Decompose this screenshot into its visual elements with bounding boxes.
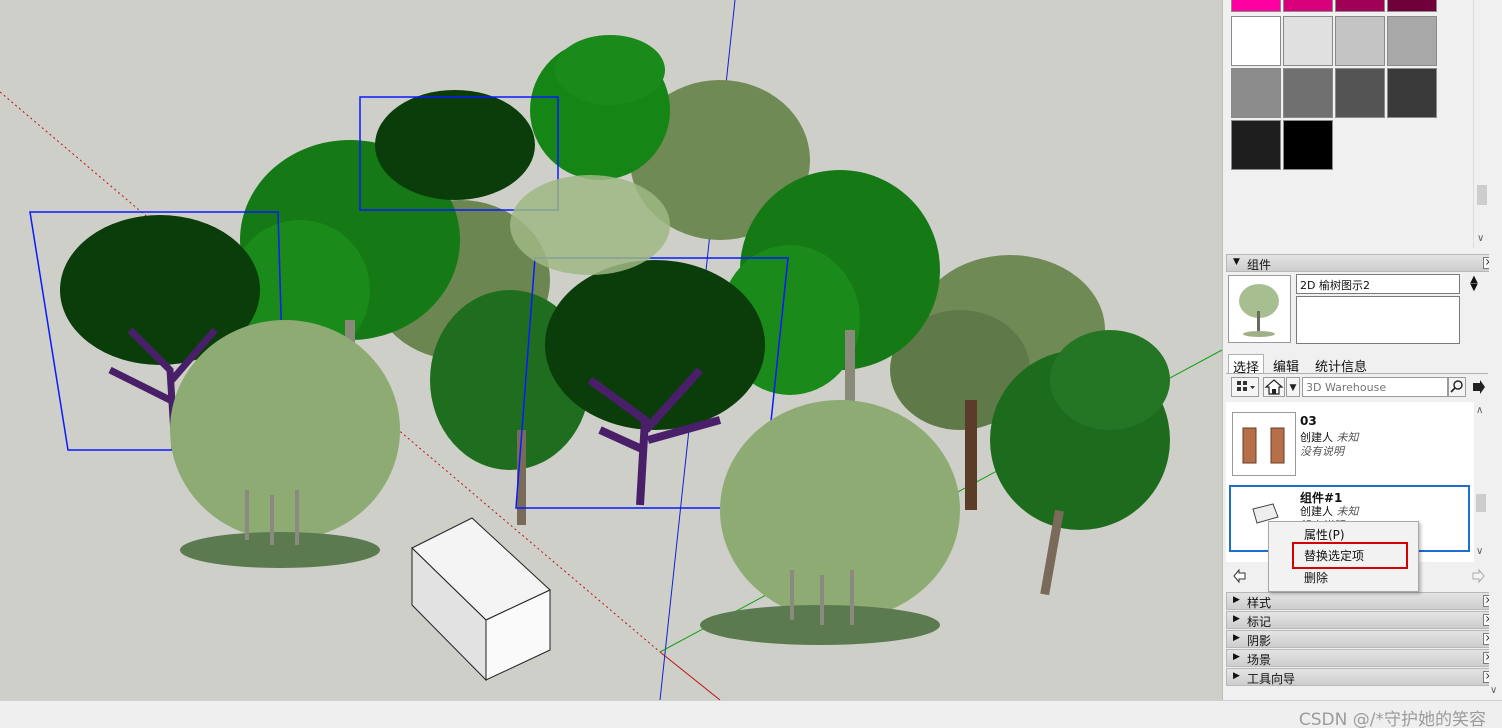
chevron-down-icon[interactable]: ∨	[1477, 234, 1484, 244]
swatch[interactable]	[1335, 16, 1385, 66]
list-item-description: 没有说明	[1300, 445, 1344, 458]
scene-drawing	[0, 0, 1222, 700]
panel-scenes[interactable]: ▶ 场景 ×	[1226, 649, 1499, 667]
red-axis	[659, 651, 721, 700]
context-menu: 属性(P) 替换选定项 删除	[1268, 521, 1419, 592]
tree-thumbnail-icon	[1239, 284, 1279, 337]
box-component[interactable]	[411, 517, 551, 682]
panel-shadows[interactable]: ▶ 阴影 ×	[1226, 630, 1499, 648]
swatch[interactable]	[1231, 0, 1281, 12]
scroll-thumb[interactable]	[1476, 494, 1486, 512]
panel-instructor[interactable]: ▶ 工具向导 ×	[1226, 668, 1499, 686]
tray-scrollbar[interactable]: ∨	[1489, 250, 1502, 700]
menu-item-delete[interactable]: 删除	[1269, 568, 1418, 588]
chevron-down-icon[interactable]: ∨	[1490, 686, 1497, 696]
tree-pale-center	[510, 175, 670, 275]
details-icon[interactable]: ▲ ▼	[1469, 275, 1479, 293]
swatch[interactable]	[1231, 120, 1281, 170]
expand-triangle-icon: ▶	[1233, 614, 1240, 624]
forward-arrow-icon	[1473, 380, 1485, 394]
home-icon	[1264, 379, 1284, 395]
highlight-box	[1292, 542, 1408, 569]
home-button[interactable]	[1263, 377, 1285, 397]
forward-button[interactable]	[1470, 568, 1486, 584]
tab-select[interactable]: 选择	[1228, 354, 1265, 376]
swatch[interactable]	[1335, 68, 1385, 118]
swatch[interactable]	[1231, 68, 1281, 118]
tree-green-top	[530, 35, 670, 180]
scroll-thumb[interactable]	[1477, 185, 1487, 205]
expand-triangle-icon: ▶	[1233, 633, 1240, 643]
swatch[interactable]	[1283, 68, 1333, 118]
tab-edit[interactable]: 编辑	[1269, 354, 1303, 375]
list-item-thumbnail[interactable]	[1232, 412, 1296, 476]
swatch[interactable]	[1335, 0, 1385, 12]
forward-arrow-icon	[1472, 568, 1485, 584]
components-panel-header[interactable]: ▼ 组件 ×	[1226, 254, 1499, 272]
panel-title: 组件	[1247, 258, 1272, 272]
status-bar: CSDN @/*守护她的笑容	[0, 700, 1502, 728]
tab-statistics[interactable]: 统计信息	[1311, 354, 1371, 375]
expand-triangle-icon: ▶	[1233, 595, 1240, 605]
search-button[interactable]	[1448, 377, 1466, 397]
chevron-down-icon[interactable]: ∨	[1476, 547, 1483, 557]
navigation-dropdown[interactable]: ▼	[1286, 377, 1300, 397]
collapse-triangle-icon: ▼	[1233, 257, 1240, 267]
sketchup-window: ∨ ▼ 组件 × 2D 榆树图示2 ▲▼ 选择 编辑 统计信息 ▼	[0, 0, 1502, 728]
view-grid-icon	[1237, 381, 1255, 391]
tab-underline	[1226, 373, 1488, 374]
swatch[interactable]	[1231, 16, 1281, 66]
swatch[interactable]	[1283, 0, 1333, 12]
component-description-field[interactable]	[1296, 296, 1460, 344]
swatch-scrollbar[interactable]: ∨	[1473, 0, 1489, 248]
component-name-field[interactable]: 2D 榆树图示2	[1296, 274, 1460, 294]
swatch[interactable]	[1283, 120, 1333, 170]
swatch[interactable]	[1283, 16, 1333, 66]
component-preview-thumbnail	[1228, 275, 1291, 343]
list-item-title[interactable]: 03	[1300, 414, 1317, 428]
panel-styles[interactable]: ▶ 样式 ×	[1226, 592, 1499, 610]
tree-light-right	[700, 400, 960, 645]
back-button[interactable]	[1232, 568, 1248, 584]
warehouse-search-input[interactable]	[1302, 377, 1448, 397]
view-options-button[interactable]	[1231, 377, 1259, 397]
search-icon	[1450, 380, 1463, 393]
expand-triangle-icon: ▶	[1233, 652, 1240, 662]
swatch[interactable]	[1387, 68, 1437, 118]
swatch[interactable]	[1387, 16, 1437, 66]
watermark-text: CSDN @/*守护她的笑容	[1298, 710, 1486, 728]
dropdown-icon: ▼	[1289, 383, 1297, 393]
list-scrollbar[interactable]: ∧ ∨	[1474, 402, 1488, 562]
details-arrow-button[interactable]	[1470, 379, 1486, 395]
expand-triangle-icon: ▶	[1233, 671, 1240, 681]
chevron-up-icon[interactable]: ∧	[1476, 406, 1483, 416]
back-arrow-icon	[1233, 568, 1246, 584]
swatch[interactable]	[1387, 0, 1437, 12]
model-viewport[interactable]	[0, 0, 1222, 700]
panel-tags[interactable]: ▶ 标记 ×	[1226, 611, 1499, 629]
doors-thumbnail-icon	[1242, 427, 1285, 464]
tree-light-left	[170, 320, 400, 568]
